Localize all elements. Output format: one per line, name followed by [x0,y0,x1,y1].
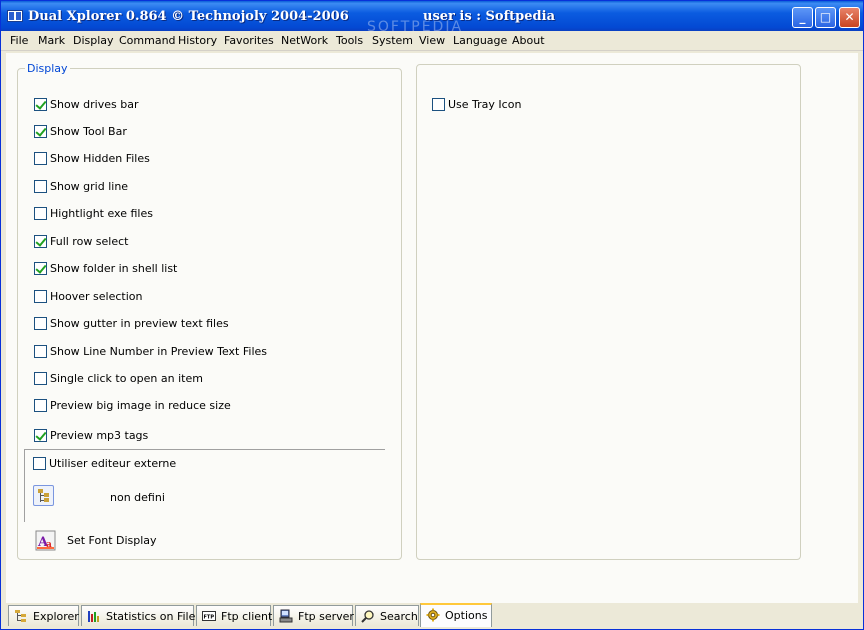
checkbox-box[interactable] [34,345,47,358]
app-icon[interactable] [7,10,23,22]
checkbox-label: Show Tool Bar [50,125,127,138]
checkbox-label: Show gutter in preview text files [50,317,229,330]
menu-language[interactable]: Language [453,34,507,47]
divider [24,449,385,450]
svg-text:FTP: FTP [204,615,215,621]
checkbox-box[interactable] [34,98,47,111]
server-icon [279,609,293,623]
menu-view[interactable]: View [419,34,445,47]
user-label: user is : Softpedia [423,9,555,24]
checkbox-label: Use Tray Icon [448,98,522,111]
checkbox-box[interactable] [34,372,47,385]
checkbox-box[interactable] [34,207,47,220]
maximize-button[interactable]: □ [815,7,836,28]
menu-tools[interactable]: Tools [336,34,363,47]
checkbox-label: Preview big image in reduce size [50,399,231,412]
menu-system[interactable]: System [372,34,413,47]
checkbox-box[interactable] [34,429,47,442]
tab-label: Search [380,610,418,623]
tray-group: Use Tray Icon [416,64,801,560]
checkbox-label: Utiliser editeur externe [49,457,177,470]
checkbox-box[interactable] [34,152,47,165]
checkbox-box[interactable] [34,399,47,412]
minimize-button[interactable]: _ [792,7,813,28]
font-icon: A a [35,530,56,551]
tab-search[interactable]: Search [355,605,419,626]
checkbox-label: Single click to open an item [50,372,203,385]
checkbox-label: Preview mp3 tags [50,429,149,442]
tab-label: Explorer [33,610,79,623]
menu-bar: File Mark Display Command History Favori… [1,31,863,51]
tab-ftp-server[interactable]: Ftp server [273,605,354,626]
tab-options[interactable]: Options [420,603,492,627]
search-icon [361,610,374,623]
menu-mark[interactable]: Mark [38,34,65,47]
menu-file[interactable]: File [10,34,28,47]
divider [24,449,25,522]
editor-path: non defini [110,491,165,504]
checkbox-label: Show Line Number in Preview Text Files [50,345,268,358]
menu-history[interactable]: History [178,34,217,47]
app-window: Dual Xplorer 0.864 © Technojoly 2004-200… [0,0,864,630]
checkbox-label: Show grid line [50,180,129,193]
tab-ftp-client[interactable]: FTP Ftp client [196,605,273,626]
checkbox-box[interactable] [34,290,47,303]
tab-label: Ftp server [298,610,354,623]
checkbox-label: Show Hidden Files [50,152,150,165]
tree-icon [38,489,50,503]
checkbox-box[interactable] [33,457,46,470]
gear-icon [426,608,440,622]
checkbox-box[interactable] [432,98,445,111]
tab-bar: Explorer Statistics on Files FTP Ftp cli… [6,603,858,627]
options-panel: Display Show drives bar Show Tool Bar Sh… [6,53,858,603]
menu-about[interactable]: About [512,34,545,47]
title-bar[interactable]: Dual Xplorer 0.864 © Technojoly 2004-200… [1,1,863,35]
window-title: Dual Xplorer 0.864 © Technojoly 2004-200… [28,9,349,24]
tab-label: Statistics on Files [106,610,202,623]
bar-chart-icon [88,611,99,622]
checkbox-box[interactable] [34,262,47,275]
checkbox-box[interactable] [34,180,47,193]
menu-command[interactable]: Command [119,34,176,47]
checkbox-label: Hoover selection [50,290,143,303]
close-button[interactable]: ✕ [839,7,860,28]
checkbox-box[interactable] [34,125,47,138]
menu-favorites[interactable]: Favorites [224,34,274,47]
choose-editor-button[interactable] [33,485,54,506]
tab-label: Ftp client [221,610,273,623]
tree-icon [15,610,26,622]
font-display-button[interactable]: A a [35,530,56,551]
menu-network[interactable]: NetWork [281,34,328,47]
display-group: Display Show drives bar Show Tool Bar Sh… [17,62,402,560]
checkbox-box[interactable] [34,317,47,330]
display-group-caption: Display [25,62,70,75]
checkbox-box[interactable] [34,235,47,248]
checkbox-label: Hightlight exe files [50,207,153,220]
checkbox-label: Show folder in shell list [50,262,178,275]
tab-label: Options [445,609,488,622]
tab-explorer[interactable]: Explorer [8,605,79,626]
menu-display[interactable]: Display [73,34,114,47]
ftp-icon: FTP [202,611,216,621]
set-font-label[interactable]: Set Font Display [67,534,157,547]
checkbox-label: Show drives bar [50,98,139,111]
tab-statistics[interactable]: Statistics on Files [81,605,201,626]
checkbox-label: Full row select [50,235,129,248]
